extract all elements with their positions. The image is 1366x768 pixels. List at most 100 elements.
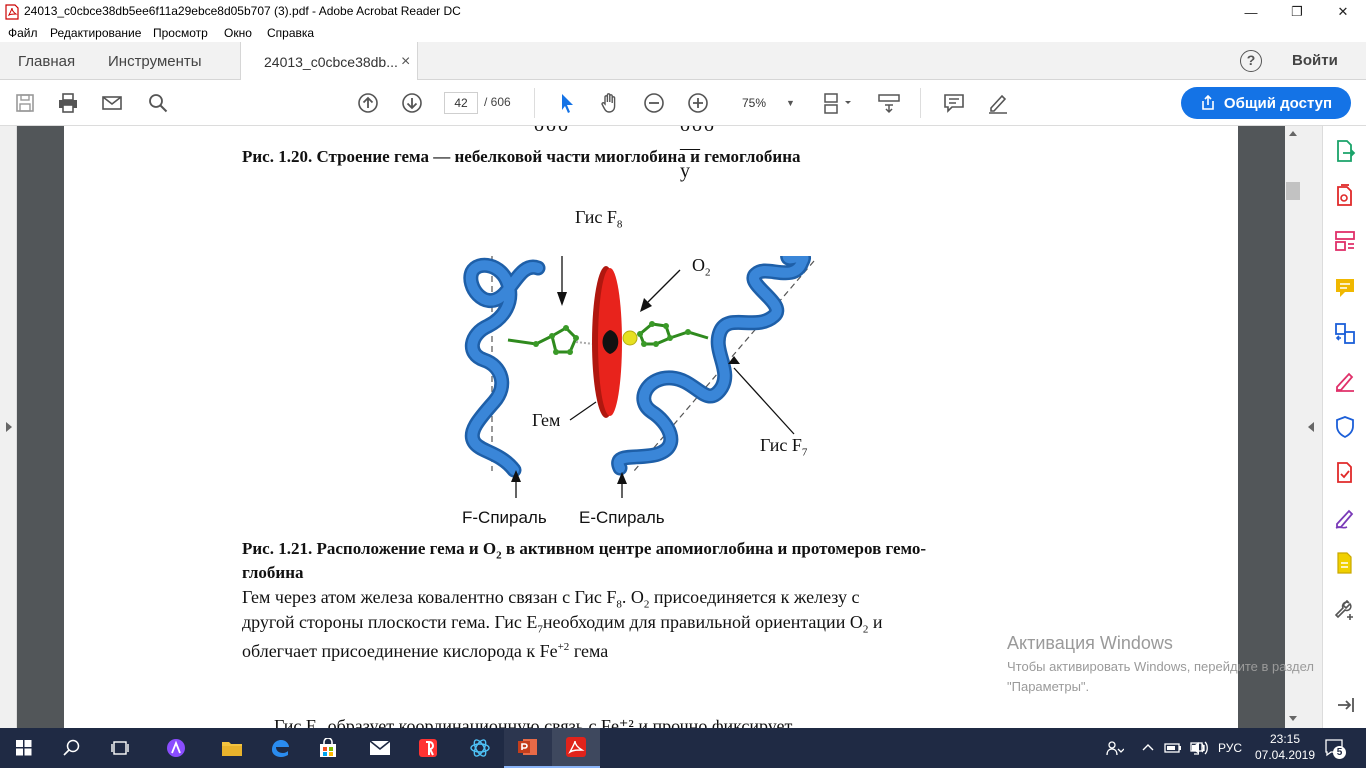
tab-bar: Главная Инструменты 24013_c0cbce38db... …: [0, 42, 1366, 81]
export-pdf-icon[interactable]: [1333, 139, 1357, 163]
menu-help[interactable]: Справка: [267, 26, 314, 40]
collapse-right-icon: [1308, 422, 1314, 432]
expand-left-icon: [6, 422, 12, 432]
right-panel-toggle[interactable]: [1301, 126, 1322, 728]
activation-watermark-title: Активация Windows: [1007, 633, 1173, 653]
clock-date[interactable]: 07.04.2019: [1254, 748, 1316, 762]
prev-page-icon[interactable]: [356, 91, 380, 115]
alice-icon: [167, 739, 185, 757]
tab-tools[interactable]: Инструменты: [108, 42, 202, 80]
app-button[interactable]: [456, 728, 504, 768]
task-view-button[interactable]: [96, 728, 144, 768]
menu-edit[interactable]: Редактирование: [50, 26, 141, 40]
acrobat-taskbar-button[interactable]: [552, 728, 600, 768]
tools-pane: [1322, 126, 1366, 728]
people-icon[interactable]: [1106, 740, 1124, 756]
notification-center-button[interactable]: 5: [1324, 737, 1346, 759]
hand-tool-icon[interactable]: [598, 91, 622, 115]
edge-icon: [272, 740, 289, 757]
page-number-input[interactable]: 42: [444, 92, 478, 114]
save-icon[interactable]: [13, 91, 37, 115]
create-pdf-icon[interactable]: [1333, 183, 1357, 207]
label-his-f7: Гис F7: [760, 435, 808, 459]
edge-browser-button[interactable]: [256, 728, 304, 768]
label-o2: O2: [692, 255, 711, 279]
chevron-down-icon: ▼: [786, 98, 795, 108]
label-his-f8: Гис F8: [575, 207, 623, 231]
clock-time[interactable]: 23:15: [1262, 732, 1308, 746]
collapse-pane-icon[interactable]: [1333, 693, 1357, 717]
tab-home[interactable]: Главная: [18, 42, 75, 80]
left-panel-toggle[interactable]: [0, 126, 17, 728]
scroll-up-icon[interactable]: [1289, 130, 1297, 136]
scroll-down-icon[interactable]: [1289, 716, 1297, 722]
fit-page-icon[interactable]: [820, 91, 854, 115]
menu-view[interactable]: Просмотр: [153, 26, 208, 40]
toolbar-divider: [534, 88, 535, 118]
vertical-scrollbar[interactable]: [1285, 126, 1301, 728]
print-icon[interactable]: [56, 91, 80, 115]
zoom-select[interactable]: 75% ▼: [734, 92, 800, 114]
yandex-browser-button[interactable]: [404, 728, 452, 768]
chevron-up-icon[interactable]: [1142, 742, 1154, 752]
combine-files-icon[interactable]: [1333, 322, 1357, 346]
atom-app-icon: [470, 739, 490, 757]
alice-assistant-button[interactable]: [152, 728, 200, 768]
title-bar: 24013_c0cbce38db5ee6f11a29ebce8d05b707 (…: [0, 0, 1366, 24]
fill-sign-icon[interactable]: [1333, 369, 1357, 393]
tab-document-label: 24013_c0cbce38db...: [264, 53, 398, 70]
acrobat-icon: [566, 737, 586, 757]
battery-icon[interactable]: [1164, 741, 1182, 755]
page-total: / 606: [484, 95, 511, 109]
scroll-thumb[interactable]: [1286, 182, 1300, 200]
tab-document[interactable]: 24013_c0cbce38db... ×: [240, 42, 418, 81]
folder-icon: [222, 742, 242, 756]
mail-icon: [369, 740, 391, 755]
more-tools-icon[interactable]: [1333, 598, 1357, 622]
powerpoint-icon: [518, 739, 537, 755]
select-tool-icon[interactable]: [555, 91, 579, 115]
notification-count: 5: [1333, 746, 1346, 759]
taskbar: РУС 23:15 07.04.2019 5: [0, 728, 1366, 768]
acrobat-file-icon: [5, 4, 19, 20]
windows-logo-icon: [16, 740, 32, 756]
comment-tool-icon[interactable]: [1333, 276, 1357, 300]
menu-file[interactable]: Файл: [8, 26, 38, 40]
maximize-button[interactable]: ❐: [1274, 0, 1320, 24]
volume-icon[interactable]: [1190, 740, 1210, 756]
next-page-icon[interactable]: [400, 91, 424, 115]
zoom-in-icon[interactable]: [686, 91, 710, 115]
heme-figure: [463, 256, 815, 498]
edit-pdf-icon[interactable]: [1333, 229, 1357, 253]
highlight-pen-icon[interactable]: [986, 91, 1010, 115]
powerpoint-button[interactable]: [504, 728, 552, 768]
figure-caption-1-21-cont: глобина: [242, 563, 304, 582]
comment-icon[interactable]: [942, 91, 966, 115]
toolbar: 42 / 606 75% ▼: [0, 80, 1366, 126]
help-icon[interactable]: ?: [1240, 50, 1262, 72]
protect-shield-icon[interactable]: [1333, 415, 1357, 439]
minimize-button[interactable]: —: [1228, 0, 1274, 24]
start-button[interactable]: [0, 728, 48, 768]
send-for-signature-icon[interactable]: [1333, 460, 1357, 484]
file-explorer-button[interactable]: [208, 728, 256, 768]
sign-in-link[interactable]: Войти: [1292, 52, 1338, 69]
body-line-3: облегчает присоединение кислорода к Fe+2…: [242, 641, 609, 661]
tab-close-icon[interactable]: ×: [401, 53, 410, 71]
email-icon[interactable]: [100, 91, 124, 115]
scroll-mode-icon[interactable]: [876, 91, 904, 115]
store-bag-icon: [320, 738, 336, 757]
signature-pen-icon[interactable]: [1333, 506, 1357, 530]
menu-window[interactable]: Окно: [224, 26, 252, 40]
store-button[interactable]: [304, 728, 352, 768]
body-line-4: Гис E₇ образует координационную связь с …: [274, 716, 793, 728]
send-track-icon[interactable]: [1333, 551, 1357, 575]
share-button[interactable]: Общий доступ: [1181, 87, 1351, 119]
zoom-out-icon[interactable]: [642, 91, 666, 115]
language-indicator[interactable]: РУС: [1218, 741, 1242, 755]
search-taskbar-button[interactable]: [48, 728, 96, 768]
close-window-button[interactable]: ✕: [1320, 0, 1366, 24]
menu-bar: Файл Редактирование Просмотр Окно Справк…: [0, 24, 1366, 42]
mail-button[interactable]: [356, 728, 404, 768]
search-icon[interactable]: [146, 91, 170, 115]
